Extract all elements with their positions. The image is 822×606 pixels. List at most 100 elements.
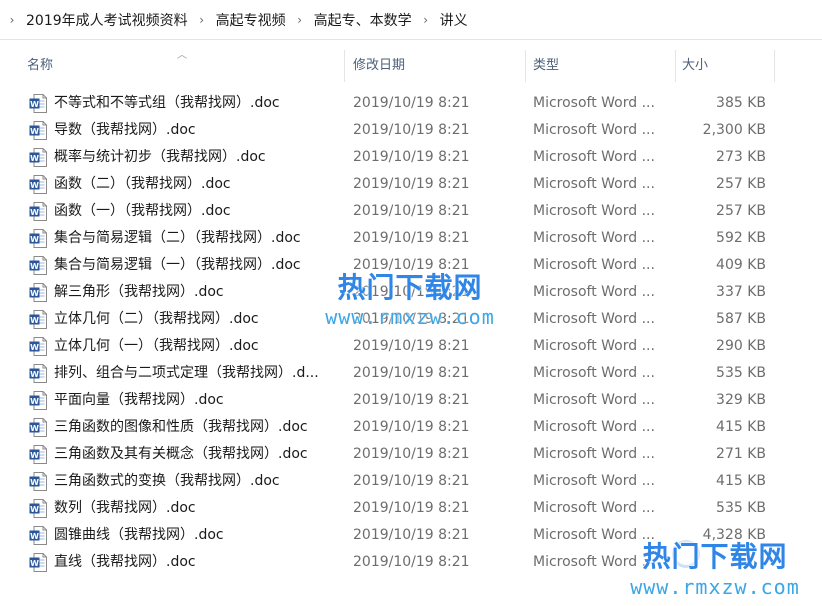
file-row[interactable]: W 三角函数式的变换（我帮找网）.doc 2019/10/19 8:21 Micros… (0, 468, 822, 495)
file-name: 立体几何（一）（我帮找网）.doc (54, 338, 259, 354)
column-header-name[interactable]: 名称 (21, 46, 344, 86)
file-date-modified: 2019/10/19 8:21 (353, 392, 470, 408)
chevron-right-icon[interactable]: › (292, 10, 308, 30)
file-type: Microsoft Word ... (533, 311, 655, 327)
svg-text:W: W (30, 316, 39, 325)
file-name: 平面向量（我帮找网）.doc (54, 392, 224, 408)
file-date-modified: 2019/10/19 8:21 (353, 284, 470, 300)
file-row[interactable]: W 集合与简易逻辑（二）（我帮找网）.doc 2019/10/19 8:21 Micr… (0, 225, 822, 252)
file-size: 587 KB (716, 311, 766, 327)
file-row[interactable]: W 概率与统计初步（我帮找网）.doc 2019/10/19 8:21 Microso… (0, 144, 822, 171)
svg-text:W: W (30, 478, 39, 487)
file-name: 函数（一）（我帮找网）.doc (54, 203, 231, 219)
file-row[interactable]: W 数列（我帮找网）.doc 2019/10/19 8:21 Microsoft Wo… (0, 495, 822, 522)
file-type: Microsoft Word ... (533, 230, 655, 246)
file-size: 592 KB (716, 230, 766, 246)
word-document-icon: W (29, 148, 47, 167)
chevron-right-icon[interactable]: › (418, 10, 434, 30)
breadcrumb-item[interactable]: 2019年成人考试视频资料 (20, 10, 194, 30)
svg-text:W: W (30, 289, 39, 298)
file-row[interactable]: W 集合与简易逻辑（一）（我帮找网）.doc 2019/10/19 8:21 Micr… (0, 252, 822, 279)
svg-text:W: W (30, 397, 39, 406)
svg-text:W: W (30, 262, 39, 271)
file-date-modified: 2019/10/19 8:21 (353, 257, 470, 273)
word-document-icon: W (29, 553, 47, 572)
word-document-icon: W (29, 283, 47, 302)
file-row[interactable]: W 函数（二）（我帮找网）.doc 2019/10/19 8:21 Microsoft… (0, 171, 822, 198)
file-row[interactable]: W 导数（我帮找网）.doc 2019/10/19 8:21 Microsoft Wo… (0, 117, 822, 144)
file-name: 排列、组合与二项式定理（我帮找网）.d... (54, 365, 319, 381)
breadcrumb-item[interactable]: 高起专、本数学 (308, 10, 418, 30)
file-name: 三角函数的图像和性质（我帮找网）.doc (54, 419, 308, 435)
column-divider[interactable] (525, 50, 526, 82)
file-row[interactable]: W 立体几何（一）（我帮找网）.doc 2019/10/19 8:21 Microso… (0, 333, 822, 360)
file-date-modified: 2019/10/19 8:21 (353, 176, 470, 192)
file-size: 273 KB (716, 149, 766, 165)
file-size: 415 KB (716, 419, 766, 435)
file-date-modified: 2019/10/19 8:21 (353, 554, 470, 570)
file-date-modified: 2019/10/19 8:21 (353, 473, 470, 489)
file-row[interactable]: W 排列、组合与二项式定理（我帮找网）.d... 2019/10/19 8:21 Mi… (0, 360, 822, 387)
file-type: Microsoft Word ... (533, 203, 655, 219)
file-row[interactable]: W 平面向量（我帮找网）.doc 2019/10/19 8:21 Microsoft … (0, 387, 822, 414)
file-size: 415 KB (716, 473, 766, 489)
file-row[interactable]: W 不等式和不等式组（我帮找网）.doc 2019/10/19 8:21 Micros… (0, 90, 822, 117)
column-header-size[interactable]: 大小 (676, 46, 774, 86)
file-row[interactable]: W 三角函数及其有关概念（我帮找网）.doc 2019/10/19 8:21 Micr… (0, 441, 822, 468)
column-header-type[interactable]: 类型 (527, 46, 675, 86)
file-type: Microsoft Word ... (533, 446, 655, 462)
file-date-modified: 2019/10/19 8:21 (353, 149, 470, 165)
file-row[interactable]: W 立体几何（二）（我帮找网）.doc 2019/10/19 8:21 Microso… (0, 306, 822, 333)
file-name: 圆锥曲线（我帮找网）.doc (54, 527, 224, 543)
file-size: 271 KB (716, 446, 766, 462)
column-divider[interactable] (344, 50, 345, 82)
file-type: Microsoft Word ... (533, 95, 655, 111)
file-date-modified: 2019/10/19 8:21 (353, 527, 470, 543)
word-document-icon: W (29, 499, 47, 518)
file-size: 2,300 KB (702, 122, 766, 138)
file-name: 立体几何（二）（我帮找网）.doc (54, 311, 259, 327)
svg-text:W: W (30, 532, 39, 541)
file-name: 导数（我帮找网）.doc (54, 122, 196, 138)
file-row[interactable]: W 解三角形（我帮找网）.doc 2019/10/19 8:21 Microsoft … (0, 279, 822, 306)
file-size: 535 KB (716, 500, 766, 516)
word-document-icon: W (29, 175, 47, 194)
file-size: 290 KB (716, 338, 766, 354)
file-row[interactable]: W 三角函数的图像和性质（我帮找网）.doc 2019/10/19 8:21 Micr… (0, 414, 822, 441)
file-date-modified: 2019/10/19 8:21 (353, 500, 470, 516)
svg-text:W: W (30, 559, 39, 568)
svg-text:W: W (30, 370, 39, 379)
file-size: 257 KB (716, 203, 766, 219)
breadcrumb-item[interactable]: 讲义 (434, 10, 474, 30)
chevron-right-icon[interactable]: › (194, 10, 210, 30)
file-name: 解三角形（我帮找网）.doc (54, 284, 224, 300)
word-document-icon: W (29, 229, 47, 248)
word-document-icon: W (29, 364, 47, 383)
breadcrumb-item[interactable]: 高起专视频 (210, 10, 292, 30)
file-name: 概率与统计初步（我帮找网）.doc (54, 149, 266, 165)
file-name: 函数（二）（我帮找网）.doc (54, 176, 231, 192)
word-document-icon: W (29, 445, 47, 464)
file-date-modified: 2019/10/19 8:21 (353, 446, 470, 462)
svg-text:W: W (30, 424, 39, 433)
file-size: 337 KB (716, 284, 766, 300)
file-row[interactable]: W 圆锥曲线（我帮找网）.doc 2019/10/19 8:21 Microsoft … (0, 522, 822, 549)
column-header-date[interactable]: 修改日期 (347, 46, 525, 86)
column-divider[interactable] (774, 50, 775, 82)
word-document-icon: W (29, 526, 47, 545)
word-document-icon: W (29, 418, 47, 437)
svg-text:W: W (30, 100, 39, 109)
word-document-icon: W (29, 94, 47, 113)
file-size: 409 KB (716, 257, 766, 273)
svg-text:W: W (30, 451, 39, 460)
chevron-right-icon[interactable]: › (4, 10, 20, 30)
file-name: 数列（我帮找网）.doc (54, 500, 196, 516)
file-name: 集合与简易逻辑（二）（我帮找网）.doc (54, 230, 301, 246)
address-bar[interactable]: › 2019年成人考试视频资料 › 高起专视频 › 高起专、本数学 › 讲义 (0, 0, 822, 40)
file-row[interactable]: W 函数（一）（我帮找网）.doc 2019/10/19 8:21 Microsoft… (0, 198, 822, 225)
file-type: Microsoft Word ... (533, 419, 655, 435)
svg-text:W: W (30, 154, 39, 163)
file-date-modified: 2019/10/19 8:21 (353, 122, 470, 138)
file-type: Microsoft Word ... (533, 500, 655, 516)
file-type: Microsoft Word ... (533, 149, 655, 165)
